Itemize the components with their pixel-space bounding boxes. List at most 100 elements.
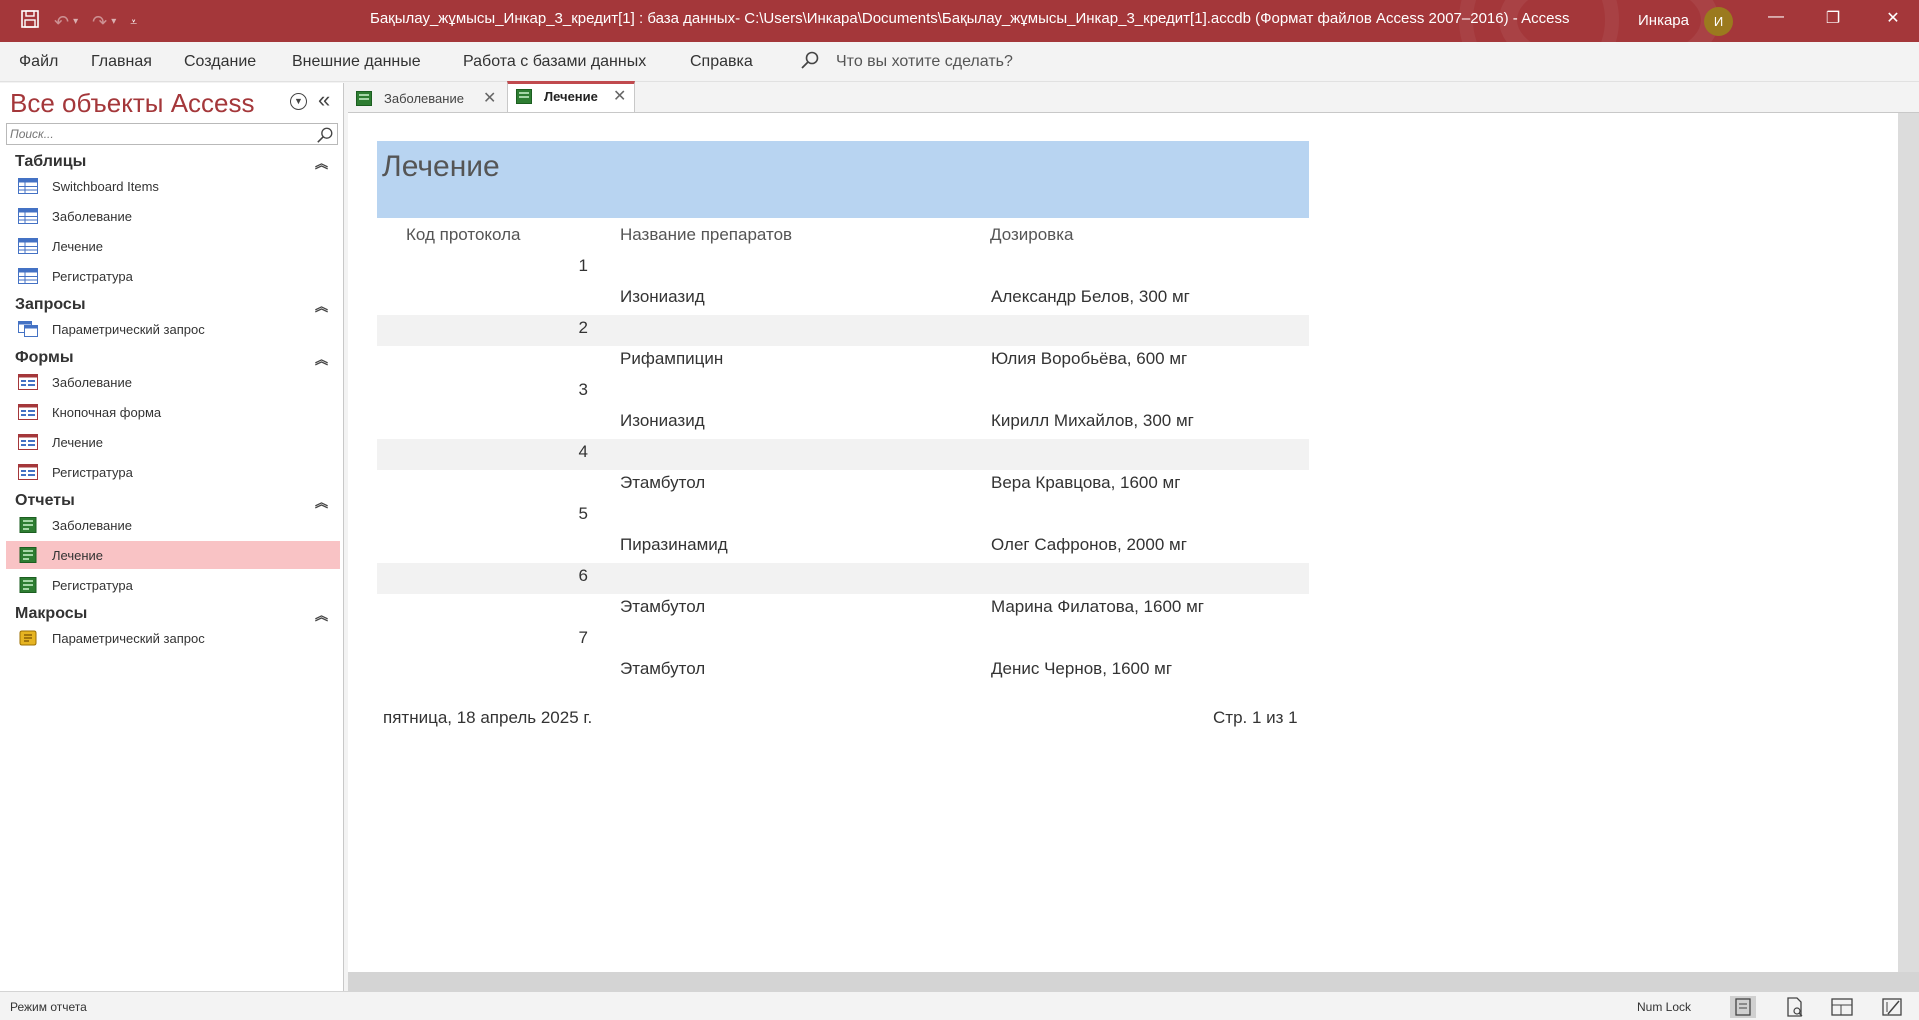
nav-item-form[interactable]: Кнопочная форма <box>6 398 340 426</box>
row-shading <box>377 315 1309 346</box>
report-icon <box>516 89 532 104</box>
tab-file[interactable]: Файл <box>19 53 58 71</box>
undo-icon[interactable]: ↶ <box>54 10 69 34</box>
nav-item-label: Параметрический запрос <box>52 631 205 646</box>
record-drug: Этамбутол <box>620 659 706 678</box>
record-dose: Вера Кравцова, 1600 мг <box>991 473 1181 492</box>
close-window-icon[interactable]: ✕ <box>1873 8 1913 28</box>
query-icon <box>18 321 38 337</box>
record-code: 3 <box>578 380 588 399</box>
nav-item-label: Лечение <box>52 548 104 563</box>
tab-database-tools[interactable]: Работа с базами данных <box>463 53 646 71</box>
nav-item-report[interactable]: Лечение <box>6 541 340 569</box>
redo-dropdown-icon[interactable]: ▾ <box>111 10 116 34</box>
group-label: Отчеты <box>15 492 75 509</box>
status-mode: Режим отчета <box>10 1000 87 1014</box>
tab-create[interactable]: Создание <box>184 53 256 71</box>
form-icon <box>18 374 38 390</box>
chevron-up-icon[interactable]: ︽ <box>315 349 328 368</box>
tab-external-data[interactable]: Внешние данные <box>292 53 421 71</box>
chevron-up-icon[interactable]: ︽ <box>315 605 328 624</box>
restore-icon[interactable]: ❐ <box>1813 8 1853 28</box>
group-label: Таблицы <box>15 153 87 170</box>
tab-help[interactable]: Справка <box>690 53 753 71</box>
form-icon <box>18 434 38 450</box>
group-label: Формы <box>15 349 74 366</box>
redo-icon[interactable]: ↷ <box>92 10 107 34</box>
nav-item-form[interactable]: Регистратура <box>6 458 340 486</box>
num-lock-indicator: Num Lock <box>1637 1000 1692 1014</box>
save-icon[interactable] <box>20 9 40 35</box>
nav-item-label: Заболевание <box>52 209 132 224</box>
record-code: 5 <box>578 504 588 523</box>
design-view-icon[interactable] <box>1879 996 1905 1018</box>
layout-view-icon[interactable] <box>1829 996 1855 1018</box>
record-drug: Изониазид <box>620 411 705 430</box>
nav-item-query[interactable]: Параметрический запрос <box>6 315 340 343</box>
record-code: 7 <box>578 628 588 647</box>
record-drug: Этамбутол <box>620 597 706 616</box>
record-dose: Денис Чернов, 1600 мг <box>991 659 1173 678</box>
nav-item-report[interactable]: Регистратура <box>6 571 340 599</box>
record-drug: Изониазид <box>620 287 705 306</box>
doc-tab-label: Лечение <box>544 89 598 104</box>
column-header-drug: Название препаратов <box>620 225 793 244</box>
nav-item-label: Заболевание <box>52 375 132 390</box>
undo-dropdown-icon[interactable]: ▾ <box>73 10 78 34</box>
nav-menu-icon[interactable]: ▼ <box>290 93 307 110</box>
group-label: Запросы <box>15 296 86 313</box>
nav-item-label: Лечение <box>52 435 104 450</box>
record-code: 1 <box>578 256 588 275</box>
group-label: Макросы <box>15 605 88 622</box>
customize-toolbar-icon[interactable]: ⩡ <box>130 10 137 34</box>
report-icon <box>19 547 37 563</box>
status-bar: Режим отчета Num Lock <box>0 991 1919 1020</box>
tab-home[interactable]: Главная <box>91 53 152 71</box>
macro-icon <box>19 630 37 646</box>
record-dose: Кирилл Михайлов, 300 мг <box>991 411 1194 430</box>
report-view-icon[interactable] <box>1730 996 1756 1018</box>
tell-me-input[interactable]: Что вы хотите сделать? <box>836 53 1013 71</box>
nav-item-label: Заболевание <box>52 518 132 533</box>
record-drug: Этамбутол <box>620 473 706 492</box>
close-tab-icon[interactable]: ✕ <box>483 88 496 108</box>
nav-item-macro[interactable]: Параметрический запрос <box>6 624 340 652</box>
record-dose: Александр Белов, 300 мг <box>991 287 1190 306</box>
table-icon <box>18 268 38 284</box>
doc-tab-disease[interactable]: Заболевание ✕ <box>348 83 500 113</box>
vertical-scrollbar[interactable] <box>1898 113 1919 972</box>
title-bar: ↶ ▾ ↷ ▾ ⩡ Бақылау_жұмысы_Инкар_3_кредит[… <box>0 0 1919 42</box>
user-name[interactable]: Инкара <box>1638 12 1689 29</box>
chevron-up-icon[interactable]: ︽ <box>315 153 328 172</box>
chevron-up-icon[interactable]: ︽ <box>315 296 328 315</box>
nav-item-report[interactable]: Заболевание <box>6 511 340 539</box>
nav-item-label: Лечение <box>52 239 104 254</box>
collapse-pane-icon[interactable]: « <box>318 87 330 113</box>
nav-item-form[interactable]: Лечение <box>6 428 340 456</box>
nav-item-form[interactable]: Заболевание <box>6 368 340 396</box>
nav-item-table[interactable]: Регистратура <box>6 262 340 290</box>
close-tab-icon[interactable]: ✕ <box>613 86 626 106</box>
nav-item-table[interactable]: Заболевание <box>6 202 340 230</box>
avatar[interactable]: И <box>1704 7 1733 36</box>
nav-item-label: Регистратура <box>52 465 133 480</box>
report-header-band <box>377 141 1309 218</box>
print-preview-icon[interactable] <box>1781 996 1807 1018</box>
horizontal-scrollbar[interactable] <box>348 972 1919 991</box>
nav-item-label: Параметрический запрос <box>52 322 205 337</box>
chevron-up-icon[interactable]: ︽ <box>315 492 328 511</box>
nav-item-table[interactable]: Лечение <box>6 232 340 260</box>
nav-item-table[interactable]: Switchboard Items <box>6 172 340 200</box>
column-header-code: Код протокола <box>406 225 521 244</box>
nav-search-box <box>6 123 338 145</box>
search-icon[interactable] <box>316 126 334 144</box>
form-icon <box>18 404 38 420</box>
report-footer-page: Стр. 1 из 1 <box>1213 708 1298 727</box>
nav-pane-title[interactable]: Все объекты Access <box>10 88 255 119</box>
search-icon[interactable] <box>800 50 820 70</box>
nav-search-input[interactable] <box>7 124 307 144</box>
report-title: Лечение <box>382 150 500 183</box>
minimize-icon[interactable]: — <box>1756 8 1796 26</box>
doc-tab-treatment[interactable]: Лечение ✕ <box>507 81 635 112</box>
record-code: 2 <box>578 318 588 337</box>
